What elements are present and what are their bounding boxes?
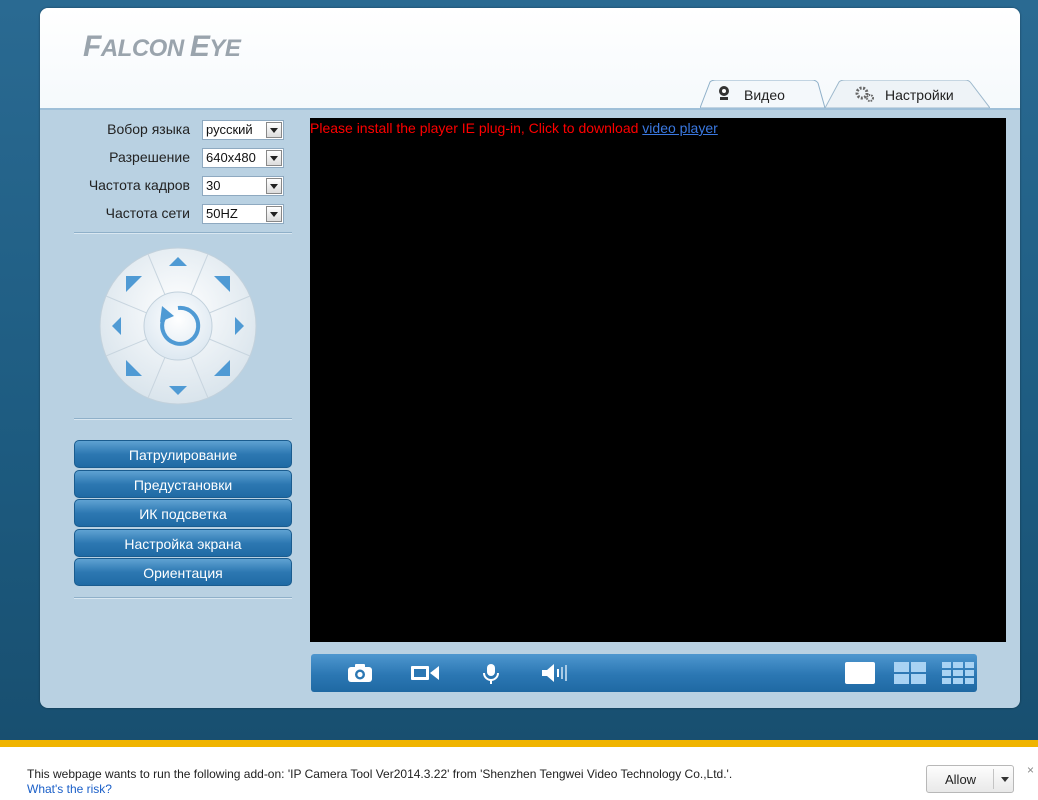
microphone-icon[interactable] [481, 663, 501, 690]
video-record-icon[interactable] [410, 663, 440, 688]
camera-icon[interactable] [347, 663, 373, 688]
chevron-down-icon [266, 178, 282, 194]
resolution-value: 640x480 [206, 150, 256, 165]
tab-settings-label: Настройки [885, 87, 954, 103]
video-area[interactable]: Please install the player IE plug-in, Cl… [310, 118, 1006, 642]
ptz-up-left-arrow[interactable] [126, 276, 142, 292]
button-separator [993, 769, 994, 789]
tab-settings[interactable]: Настройки [825, 80, 990, 108]
nine-view-icon[interactable] [942, 662, 974, 689]
control-bar [311, 654, 977, 692]
menu-presets-button[interactable]: Предустановки [74, 470, 292, 498]
divider [74, 597, 292, 599]
language-value: русский [206, 122, 253, 137]
resolution-row: Разрешение [78, 148, 190, 168]
allow-button[interactable]: Allow [926, 765, 1014, 793]
ptz-right-arrow[interactable] [235, 317, 244, 335]
single-view-icon[interactable] [845, 662, 875, 689]
settings-form: Вобор языка русский Разрешение 640x480 Ч… [40, 118, 302, 228]
ptz-up-right-arrow[interactable] [214, 276, 230, 292]
divider [74, 232, 292, 234]
refresh-icon[interactable] [160, 305, 201, 346]
ptz-down-left-arrow[interactable] [126, 360, 142, 376]
frequency-select[interactable]: 50HZ [202, 204, 284, 224]
notification-text: This webpage wants to run the following … [27, 767, 733, 781]
plugin-download-link[interactable]: video player [642, 120, 718, 136]
resolution-select[interactable]: 640x480 [202, 148, 284, 168]
ptz-left-arrow[interactable] [112, 317, 121, 335]
addon-notification-bar: This webpage wants to run the following … [0, 740, 1038, 800]
ptz-up-arrow[interactable] [169, 257, 187, 266]
frequency-value: 50HZ [206, 206, 238, 221]
resolution-label: Разрешение [109, 149, 190, 165]
ptz-down-arrow[interactable] [169, 386, 187, 395]
frequency-row: Частота сети [78, 204, 190, 224]
ptz-control [98, 246, 258, 411]
language-row: Вобор языка [78, 120, 190, 140]
menu-ir-button[interactable]: ИК подсветка [74, 499, 292, 527]
chevron-down-icon [266, 206, 282, 222]
speaker-icon[interactable] [541, 663, 569, 688]
language-select[interactable]: русский [202, 120, 284, 140]
plugin-message-text: Please install the player IE plug-in, Cl… [310, 120, 643, 136]
framerate-value: 30 [206, 178, 221, 193]
chevron-down-icon[interactable] [1001, 777, 1009, 782]
chevron-down-icon [266, 122, 282, 138]
ptz-down-right-arrow[interactable] [214, 360, 230, 376]
framerate-row: Частота кадров [78, 176, 190, 196]
quad-view-icon[interactable] [894, 662, 926, 689]
close-icon[interactable]: × [1027, 763, 1034, 777]
chevron-down-icon [266, 150, 282, 166]
falcon-eye-logo: FALCON EYE [83, 30, 241, 63]
language-label: Вобор языка [107, 121, 190, 137]
menu-patrol-button[interactable]: Патрулирование [74, 440, 292, 468]
divider [74, 418, 292, 420]
plugin-message: Please install the player IE plug-in, Cl… [310, 120, 718, 136]
allow-label: Allow [945, 772, 977, 787]
tab-video[interactable]: Видео [700, 80, 825, 108]
whats-the-risk-link[interactable]: What's the risk? [27, 782, 112, 796]
frequency-label: Частота сети [105, 205, 190, 221]
tab-video-label: Видео [744, 87, 785, 103]
header: FALCON EYE Видео Настройки [40, 8, 1020, 110]
menu-display-button[interactable]: Настройка экрана [74, 529, 292, 557]
framerate-select[interactable]: 30 [202, 176, 284, 196]
menu-orientation-button[interactable]: Ориентация [74, 558, 292, 586]
framerate-label: Частота кадров [88, 177, 190, 193]
